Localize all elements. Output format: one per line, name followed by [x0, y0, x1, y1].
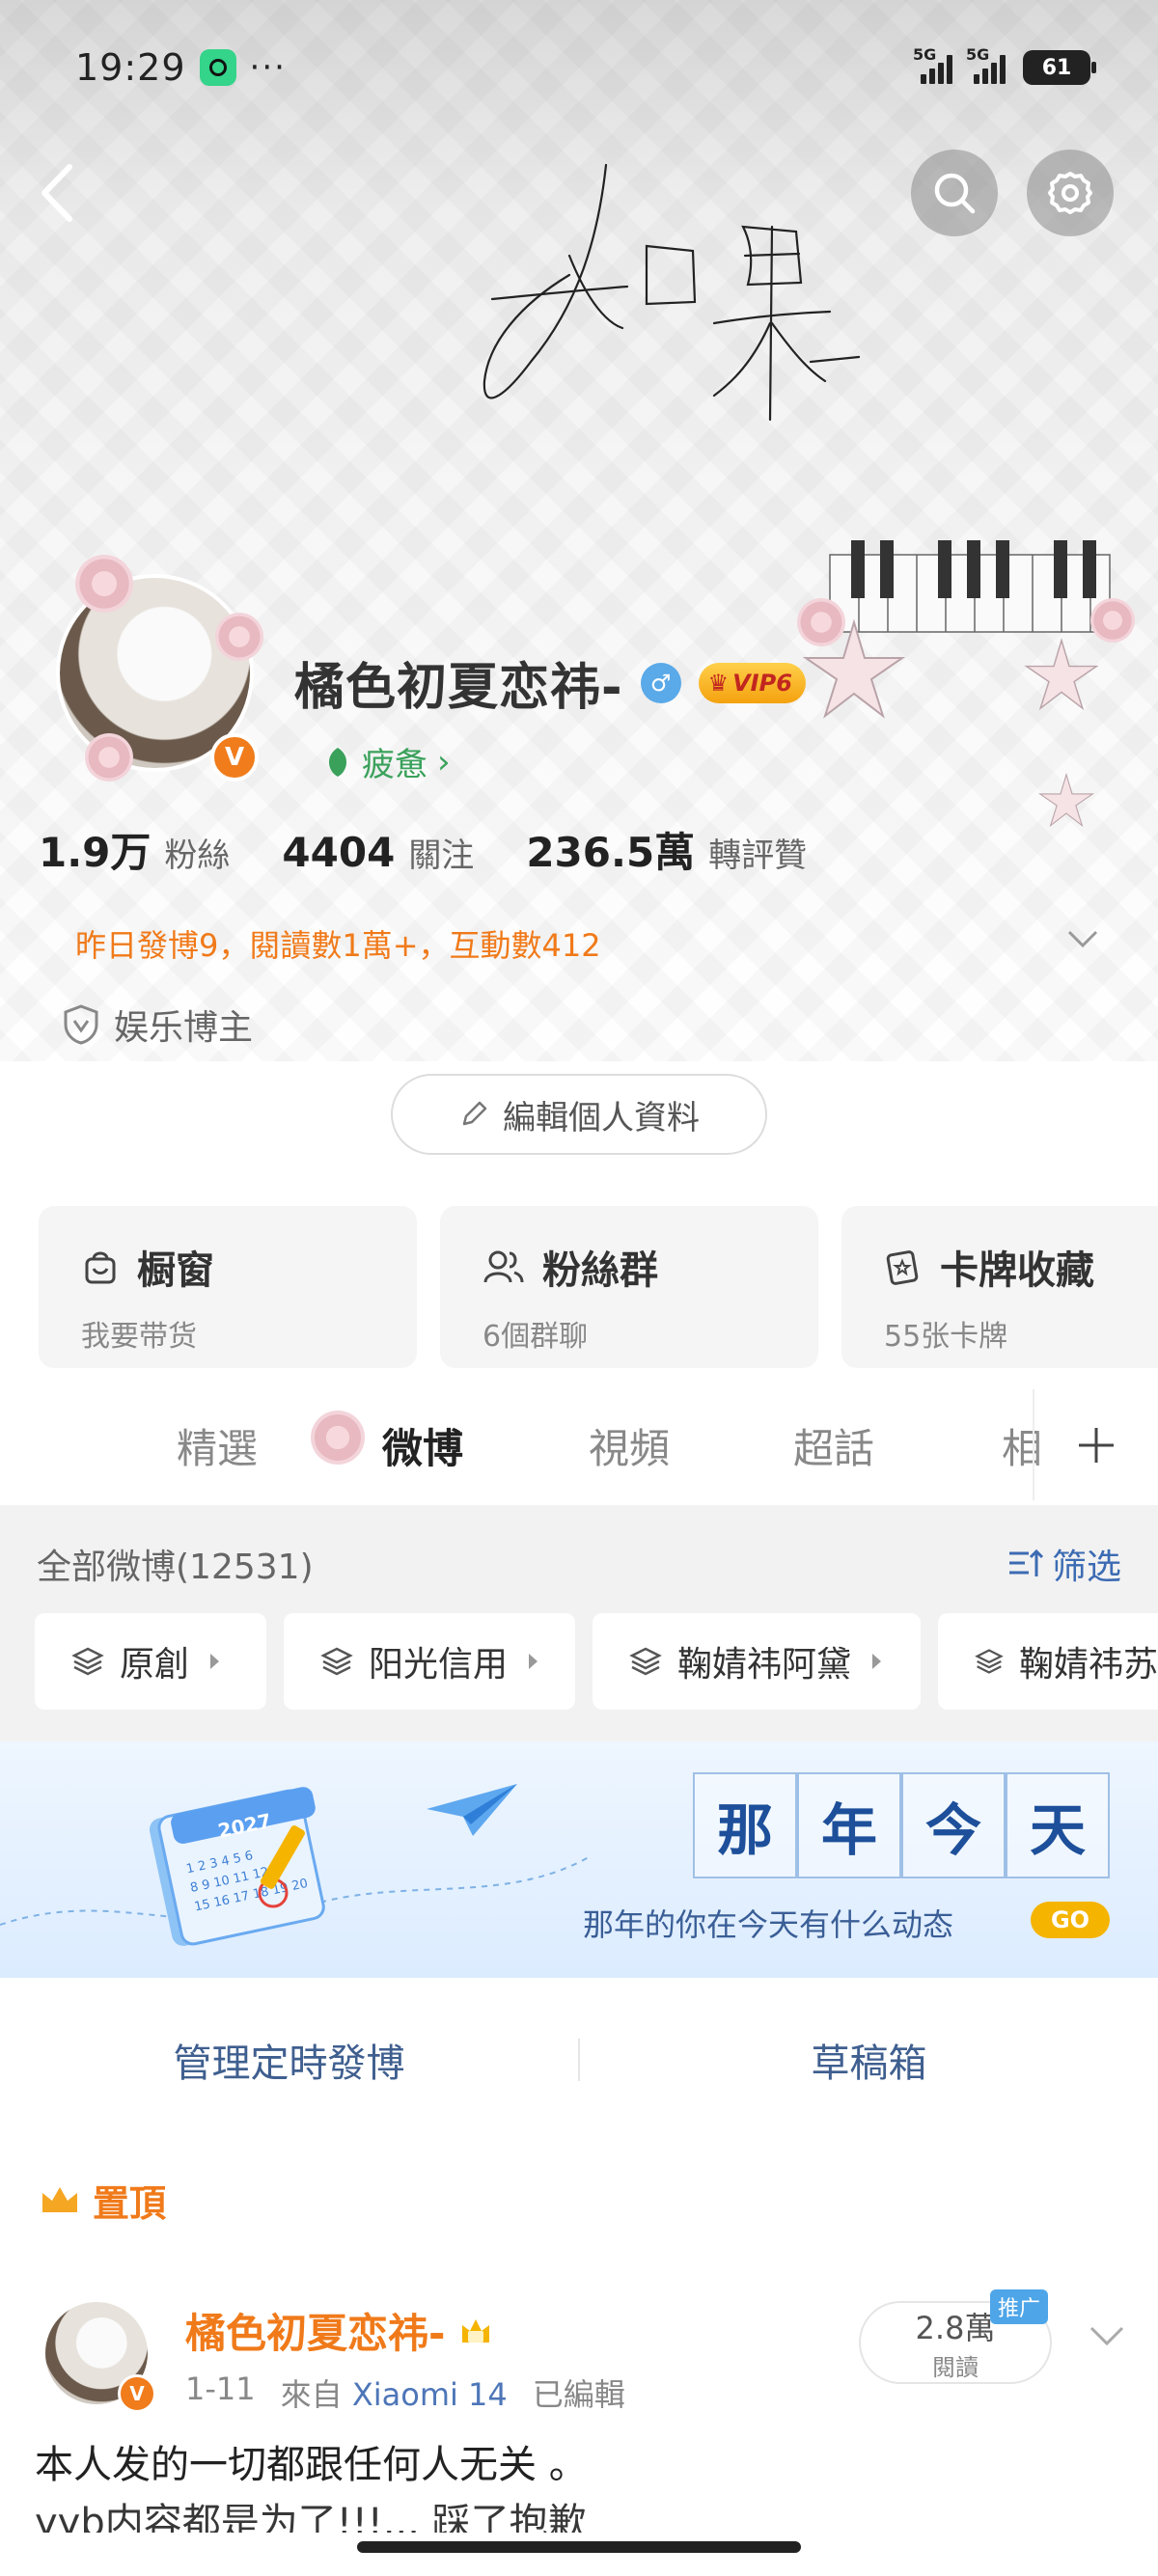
filter-section: 全部微博(12531) 筛选 原創 阳光信用 鞠婧祎阿黛 鞠婧祎苏: [0, 1505, 1158, 1741]
card-showcase[interactable]: 橱窗 我要带货: [39, 1206, 417, 1368]
search-icon: [934, 173, 976, 214]
crown-icon: [42, 2186, 77, 2212]
tab-super-topic[interactable]: 超話: [793, 1416, 874, 1475]
post-text: 本人发的一切都跟任何人无关 。 yyb内容都是为了!!!... 踩了抱歉: [35, 2436, 1116, 2533]
filter-icon: [1008, 1548, 1044, 1576]
stat-following[interactable]: 4404 關注: [282, 829, 474, 876]
settings-button[interactable]: [1027, 150, 1114, 236]
banner-go-button[interactable]: GO: [1031, 1902, 1110, 1938]
pinned-label: 置頂: [39, 2174, 166, 2227]
drafts-button[interactable]: 草稿箱: [580, 2002, 1158, 2118]
chevron-right-icon: ›: [437, 742, 451, 781]
tab-featured[interactable]: 精選: [177, 1416, 258, 1475]
verified-badge-small: V: [118, 2374, 156, 2413]
paper-plane-icon: [427, 1784, 517, 1836]
caret-right-icon: [872, 1654, 882, 1669]
manage-scheduled-button[interactable]: 管理定時發博: [0, 2002, 578, 2118]
stat-fans[interactable]: 1.9万 粉絲: [39, 820, 230, 879]
crown-icon: ♛: [707, 669, 730, 697]
caret-right-icon: [210, 1654, 220, 1669]
edit-profile-button[interactable]: 編輯個人資料: [391, 1074, 767, 1155]
profile-stats: 1.9万 粉絲 4404 關注 236.5萬 轉評贊: [39, 820, 807, 879]
battery-icon: 61: [1023, 50, 1096, 85]
post-text-line1: 本人发的一切都跟任何人无关 。: [35, 2443, 588, 2487]
post-avatar[interactable]: V: [35, 2291, 158, 2415]
male-icon: ♂: [640, 662, 681, 703]
rose-decoration-2: [1090, 598, 1135, 643]
avatar[interactable]: V: [37, 555, 273, 791]
layers-icon: [320, 1647, 353, 1676]
on-this-day-banner[interactable]: 2027 1 2 3 4 5 68 9 10 11 12 15 16 17 18 …: [0, 1741, 1158, 1978]
yesterday-summary[interactable]: 昨日發博9，閱讀數1萬+，互動數412: [75, 921, 601, 966]
action-bar: 管理定時發博 草稿箱: [0, 2002, 1158, 2118]
mood-status[interactable]: 疲惫 ›: [323, 738, 451, 785]
post-edited: 已編輯: [532, 2376, 625, 2413]
post-author[interactable]: 橘色初夏恋祎-: [185, 2301, 495, 2360]
profile-tabs: 精選 微博 視頻 超話 相: [0, 1389, 1158, 1505]
banner-title: 那 年 今 天: [693, 1772, 1110, 1878]
plus-icon: [1079, 1427, 1114, 1463]
home-indicator[interactable]: [357, 2541, 801, 2553]
app-notification-icon: [199, 49, 236, 86]
post-source-prefix: 來自: [280, 2376, 343, 2413]
tab-video[interactable]: 視頻: [589, 1416, 670, 1475]
verified-badge: V: [210, 733, 259, 781]
signal-icon: 5G: [913, 45, 952, 84]
status-bar: 19:29 ··· 5G 5G 61: [75, 39, 1096, 96]
profile-name-row: 橘色初夏恋祎- ♂ ♛ VIP6: [294, 646, 806, 719]
rose-decoration: [797, 598, 845, 646]
filter-button[interactable]: 筛选: [1007, 1539, 1121, 1589]
feature-cards: 橱窗 我要带货 粉絲群 6個群聊 卡牌收藏 55张卡牌: [39, 1206, 1158, 1368]
card-fan-group[interactable]: 粉絲群 6個群聊: [440, 1206, 818, 1368]
filter-chip-topic-2[interactable]: 鞠婧祎苏: [938, 1613, 1158, 1710]
pinned-post[interactable]: 置頂 V 橘色初夏恋祎- 1-11 來自 Xiaomi 14 已編輯 2.8萬 …: [0, 2147, 1158, 2576]
calendar-icon: 2027 1 2 3 4 5 68 9 10 11 1215 16 17 18 …: [149, 1787, 325, 1946]
rose-decoration-3: [75, 555, 133, 613]
pencil-icon: [462, 1101, 487, 1126]
chevron-down-icon[interactable]: [1086, 2320, 1128, 2349]
vip-badge[interactable]: ♛ VIP6: [698, 662, 806, 703]
post-device[interactable]: Xiaomi 14: [352, 2376, 508, 2413]
profile-page: 19:29 ··· 5G 5G 61 V 橘色初夏恋祎- ♂ ♛ VIP6 疲惫…: [0, 0, 1158, 2576]
group-icon: [483, 1250, 524, 1283]
filter-chip-topic-1[interactable]: 鞠婧祎阿黛: [593, 1613, 921, 1710]
rose-decoration-5: [85, 733, 133, 781]
profile-name: 橘色初夏恋祎-: [294, 659, 623, 717]
member-badge-icon: [462, 2318, 490, 2343]
post-date: 1-11: [185, 2370, 256, 2407]
post-text-line2: yyb内容都是为了!!!... 踩了抱歉: [35, 2501, 587, 2533]
promote-badge[interactable]: 推广: [990, 2289, 1049, 2324]
filter-chip-sunshine-credit[interactable]: 阳光信用: [284, 1613, 575, 1710]
star-decoration-2: [1024, 638, 1099, 711]
post-meta: 1-11 來自 Xiaomi 14 已編輯: [185, 2370, 625, 2415]
card-icon: [886, 1250, 919, 1285]
chevron-down-icon[interactable]: [1063, 924, 1102, 953]
handwritten-signature: [482, 163, 861, 422]
profile-tagline[interactable]: 娱乐博主: [62, 1000, 253, 1050]
all-weibo-count: 全部微博(12531): [37, 1548, 314, 1587]
shield-icon: [64, 1004, 98, 1045]
caret-right-icon: [529, 1654, 538, 1669]
layers-icon: [71, 1647, 104, 1676]
back-arrow-icon[interactable]: [35, 159, 81, 227]
star-decoration-3: [1037, 772, 1095, 828]
bag-icon: [85, 1251, 116, 1284]
add-tab-button[interactable]: [1033, 1389, 1158, 1500]
signal-icon-2: 5G: [966, 45, 1006, 84]
layers-icon: [975, 1649, 1004, 1674]
more-notifications-icon: ···: [249, 48, 287, 87]
leaf-icon: [328, 747, 347, 777]
rose-decoration-4: [215, 613, 263, 661]
rose-tab-decoration: [311, 1411, 365, 1465]
card-card-collection[interactable]: 卡牌收藏 55张卡牌: [841, 1206, 1158, 1368]
gear-icon: [1048, 172, 1092, 214]
tab-weibo[interactable]: 微博: [382, 1416, 463, 1475]
stat-interactions[interactable]: 236.5萬 轉評贊: [526, 820, 807, 879]
status-time: 19:29: [75, 46, 186, 89]
filter-chip-original[interactable]: 原創: [35, 1613, 266, 1710]
banner-subtitle: 那年的你在今天有什么动态: [583, 1906, 954, 1943]
layers-icon: [629, 1647, 662, 1676]
